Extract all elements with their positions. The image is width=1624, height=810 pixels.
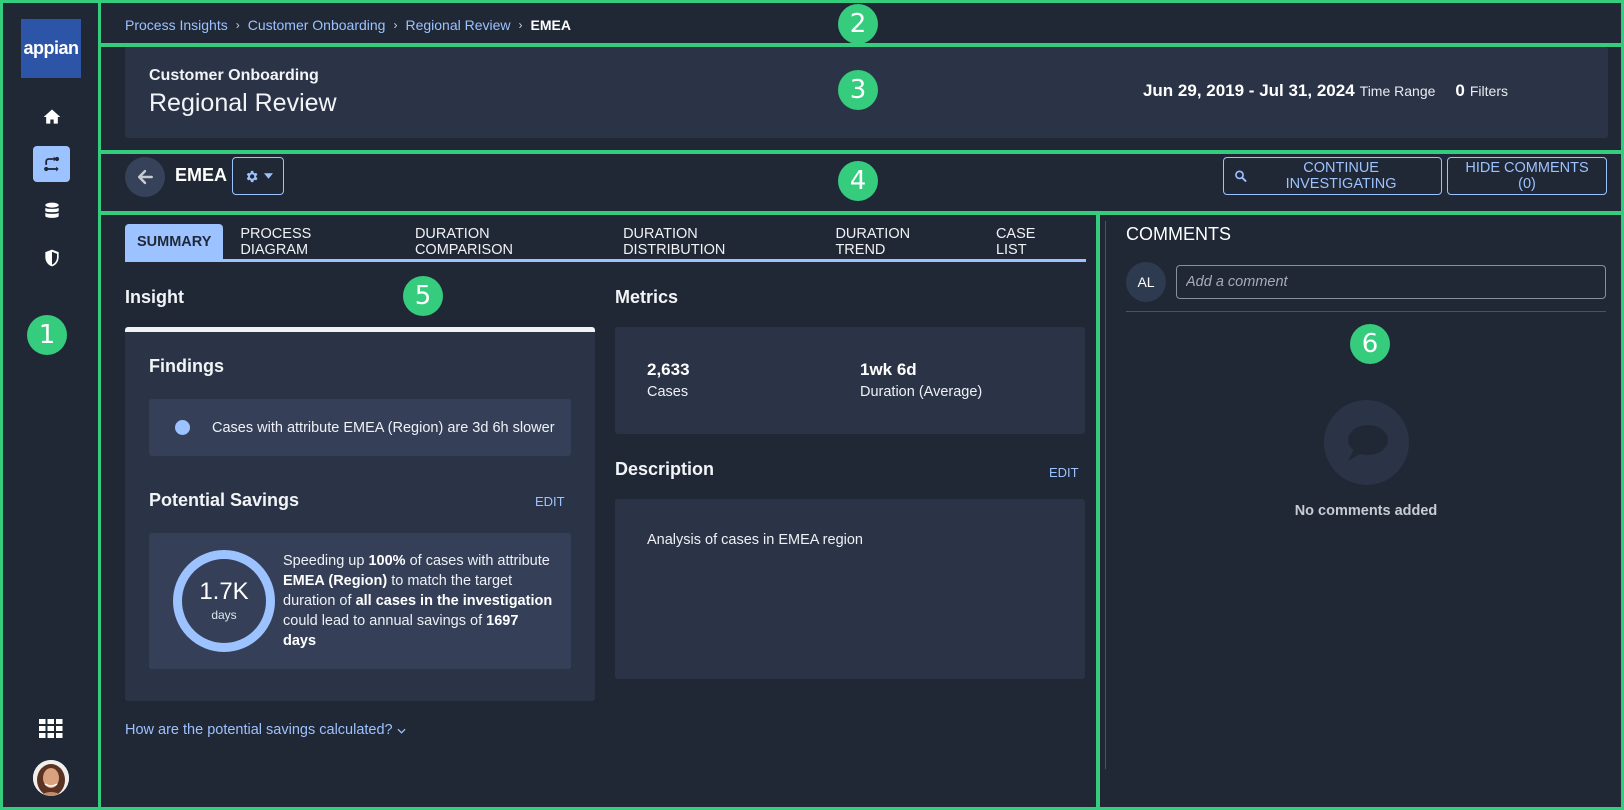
description-edit-link[interactable]: EDIT (1049, 465, 1079, 480)
page-subtitle: Customer Onboarding (149, 67, 319, 84)
tab-summary[interactable]: SUMMARY (125, 224, 224, 259)
caret-down-icon (263, 173, 273, 179)
continue-investigating-label: CONTINUE INVESTIGATING (1285, 160, 1397, 192)
filters-label: Filters (1469, 83, 1508, 99)
description-heading: Description (615, 459, 715, 479)
annotation-badge: 6 (1350, 324, 1390, 364)
filters-count[interactable]: 0 (1455, 81, 1464, 101)
hide-comments-button[interactable]: HIDE COMMENTS (0) (1447, 157, 1607, 195)
tab-process-diagram[interactable]: PROCESS DIAGRAM (223, 224, 398, 259)
metrics-heading: Metrics (615, 287, 679, 307)
user-avatar[interactable] (33, 760, 69, 796)
savings-ring: 1.7K days (173, 550, 275, 652)
breadcrumb-separator: › (393, 18, 398, 32)
time-range-label: Time Range (1359, 83, 1436, 99)
comments-separator (1126, 311, 1606, 312)
description-card: Analysis of cases in EMEA region (615, 499, 1085, 679)
logo-text: appian (23, 38, 79, 58)
tab-duration-distribution[interactable]: DURATION DISTRIBUTION (606, 224, 818, 259)
breadcrumb-separator: › (518, 18, 523, 32)
breadcrumb-separator: › (235, 18, 240, 32)
savings-unit: days (211, 608, 237, 622)
time-range-value[interactable]: Jun 29, 2019 - Jul 31, 2024 (1143, 81, 1355, 101)
sidebar-item-home[interactable] (33, 99, 70, 135)
comments-heading: COMMENTS (1126, 224, 1231, 244)
annotation-badge: 1 (27, 315, 67, 355)
settings-dropdown-button[interactable] (232, 157, 284, 195)
comment-input[interactable] (1176, 265, 1606, 299)
finding-item: Cases with attribute EMEA (Region) are 3… (149, 399, 571, 456)
comments-divider (1105, 221, 1106, 769)
breadcrumb-current: EMEA (530, 17, 571, 33)
metric-label: Cases (647, 384, 689, 400)
speech-bubble-icon (1347, 424, 1388, 461)
sidebar: appian (0, 0, 100, 810)
grid-icon[interactable] (39, 719, 63, 739)
arrow-left-icon (137, 169, 153, 185)
database-icon (44, 202, 59, 218)
how-savings-calculated-link[interactable]: How are the potential savings calculated… (125, 722, 406, 738)
findings-heading: Findings (149, 356, 224, 376)
entity-name: EMEA (175, 165, 228, 185)
empty-comments-text: No comments added (1294, 503, 1438, 519)
breadcrumb: Process Insights › Customer Onboarding ›… (125, 17, 571, 33)
commenter-avatar: AL (1126, 262, 1166, 302)
tab-case-list[interactable]: CASE LIST (979, 224, 1086, 259)
metric-duration: 1wk 6d Duration (Average) (860, 360, 982, 400)
savings-value: 1.7K (199, 578, 249, 605)
finding-text: Cases with attribute EMEA (Region) are 3… (212, 419, 555, 436)
breadcrumb-link[interactable]: Customer Onboarding (248, 17, 386, 33)
appian-logo[interactable]: appian (21, 19, 81, 78)
description-text: Analysis of cases in EMEA region (647, 532, 863, 548)
gear-icon (246, 170, 257, 182)
tab-duration-trend[interactable]: DURATION TREND (818, 224, 979, 259)
annotation-badge: 5 (403, 276, 443, 316)
search-icon (1235, 170, 1247, 182)
tab-bar: SUMMARY PROCESS DIAGRAM DURATION COMPARI… (125, 224, 1086, 262)
sidebar-item-data[interactable] (33, 193, 70, 229)
sidebar-item-security[interactable] (33, 240, 70, 276)
home-icon (43, 109, 60, 124)
savings-box: 1.7K days Speeding up 100% of cases with… (149, 533, 571, 669)
user-photo-icon (33, 760, 69, 796)
savings-explanation: Speeding up 100% of cases with attribute… (283, 553, 553, 649)
metric-label: Duration (Average) (860, 384, 983, 400)
annotation-badge: 4 (838, 161, 878, 201)
savings-edit-link[interactable]: EDIT (535, 494, 565, 509)
empty-comments-illustration (1324, 400, 1409, 485)
insight-card: Findings Cases with attribute EMEA (Regi… (125, 327, 595, 701)
tab-duration-comparison[interactable]: DURATION COMPARISON (398, 224, 606, 259)
breadcrumb-link[interactable]: Process Insights (125, 17, 228, 33)
potential-savings-heading: Potential Savings (149, 490, 300, 510)
how-savings-label: How are the potential savings calculated… (125, 722, 393, 738)
annotation-badge: 2 (838, 4, 878, 44)
metric-cases: 2,633 Cases (647, 360, 690, 400)
metric-value: 2,633 (647, 360, 690, 379)
metrics-card: 2,633 Cases 1wk 6d Duration (Average) (615, 327, 1085, 434)
shield-icon (44, 249, 59, 267)
insight-heading: Insight (125, 287, 184, 307)
continue-investigating-button[interactable]: CONTINUE INVESTIGATING (1223, 157, 1442, 195)
breadcrumb-link[interactable]: Regional Review (405, 17, 510, 33)
header-meta: Jun 29, 2019 - Jul 31, 2024 Time Range 0… (1143, 81, 1508, 101)
process-icon (43, 156, 59, 172)
sidebar-item-process[interactable] (33, 146, 70, 182)
metric-value: 1wk 6d (860, 360, 917, 379)
back-button[interactable] (125, 157, 165, 197)
bullet-dot-icon (175, 420, 190, 435)
chevron-down-icon (397, 728, 406, 734)
annotation-badge: 3 (838, 70, 878, 110)
page-title: Regional Review (149, 89, 337, 117)
